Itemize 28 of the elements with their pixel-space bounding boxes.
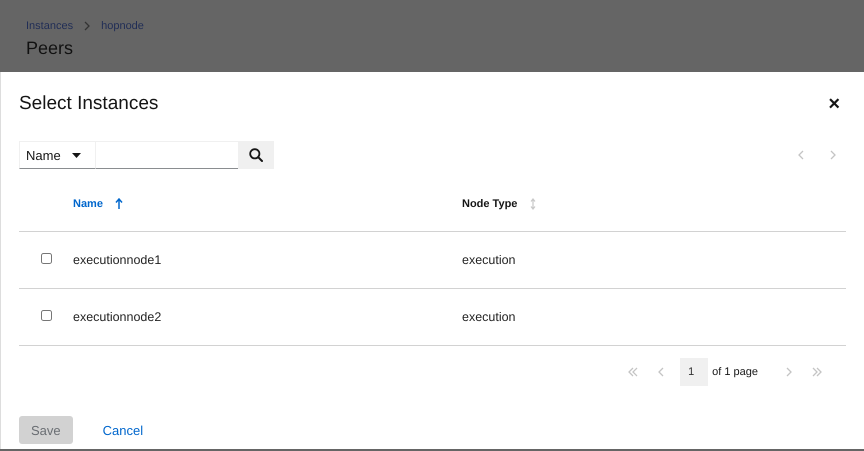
double-chevron-left-icon	[627, 367, 640, 377]
table-cell: execution	[462, 253, 516, 267]
table-cell: executionnode1	[73, 253, 162, 267]
double-chevron-right-icon	[811, 367, 823, 377]
table-cell: execution	[462, 310, 516, 324]
chevron-right-icon	[829, 150, 837, 160]
search-button[interactable]	[238, 141, 274, 169]
search-field[interactable]	[95, 141, 238, 169]
page-count: of 1 page	[712, 366, 758, 378]
search-icon	[249, 148, 263, 162]
chevron-left-icon	[797, 150, 805, 160]
modal-title: Select Instances	[19, 93, 158, 115]
caret-down-icon	[72, 152, 81, 158]
column-header[interactable]: Name	[73, 198, 462, 210]
sort-icon	[529, 198, 538, 210]
chevron-left-icon	[657, 367, 666, 377]
table-cell: executionnode2	[73, 310, 162, 324]
row-checkbox[interactable]	[40, 252, 52, 264]
up-arrow-icon	[114, 198, 123, 210]
close-button[interactable]: ×	[822, 92, 846, 116]
row-checkbox[interactable]	[40, 310, 52, 320]
filter-dropdown[interactable]: Name	[19, 141, 95, 169]
chevron-right-icon	[785, 367, 793, 377]
column-header[interactable]: Node Type	[462, 198, 538, 210]
chevron-right-icon	[83, 21, 92, 31]
page-title: Peers	[26, 38, 74, 59]
cancel-button[interactable]: Cancel	[90, 416, 156, 444]
page-number-field[interactable]: 1	[680, 358, 708, 386]
